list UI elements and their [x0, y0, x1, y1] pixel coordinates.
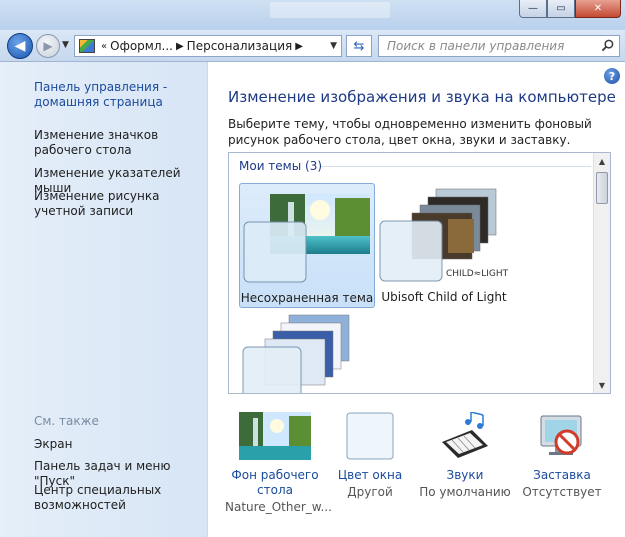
setting-value: По умолчанию	[419, 485, 511, 499]
page-title: Изменение изображения и звука на компьют…	[228, 88, 616, 106]
search-input[interactable]: Поиск в панели управления	[378, 35, 620, 57]
setting-sounds[interactable]: Звуки По умолчанию	[415, 411, 515, 499]
sounds-piano-icon	[438, 411, 492, 460]
close-button[interactable]: ✕	[575, 0, 621, 18]
sidebar-link-display[interactable]: Экран	[34, 437, 204, 452]
setting-name[interactable]: Цвет окна	[320, 468, 420, 483]
theme-preview-child-of-light: CHILD≈LIGHT	[379, 188, 509, 282]
window-color-swatch-icon	[346, 412, 394, 460]
breadcrumb-separator-icon[interactable]: ▶	[295, 41, 303, 52]
scroll-up-arrow-icon[interactable]: ▲	[594, 153, 610, 169]
address-prefix: «	[101, 40, 108, 52]
scroll-thumb[interactable]	[596, 172, 608, 204]
group-title-my-themes: Мои темы (3)	[239, 159, 323, 173]
setting-value: Nature_Other_w...	[225, 500, 332, 514]
breadcrumb-personalization[interactable]: Персонализация	[187, 39, 293, 53]
setting-name[interactable]: Звуки	[415, 468, 515, 483]
maximize-button[interactable]: ▭	[547, 0, 575, 18]
theme-tile-winter[interactable]	[239, 311, 375, 393]
screensaver-disabled-icon	[537, 412, 587, 460]
child-of-light-logo: CHILD≈LIGHT	[446, 269, 509, 279]
setting-window-color[interactable]: Цвет окна Другой	[320, 412, 420, 499]
setting-name[interactable]: Заставка	[512, 468, 612, 483]
sidebar-link-home[interactable]: Панель управления - домашняя страница	[34, 80, 204, 110]
sidebar-link-ease-of-access[interactable]: Центр специальных возможностей	[34, 483, 204, 513]
theme-preview-nature	[243, 194, 370, 283]
breadcrumb-design[interactable]: Оформл...	[110, 39, 173, 53]
themes-scrollbar[interactable]: ▲ ▼	[593, 153, 610, 393]
theme-tile-unsaved[interactable]: Несохраненная тема	[239, 183, 375, 308]
control-panel-icon	[79, 39, 95, 53]
setting-value: Отсутствует	[522, 485, 602, 499]
help-button[interactable]: ?	[604, 68, 620, 84]
address-dropdown-icon[interactable]: ▼	[330, 41, 337, 51]
recent-pages-dropdown-icon[interactable]: ▼	[62, 40, 69, 50]
window-controls: — ▭ ✕	[519, 0, 621, 18]
navigation-bar: ◀ ▶ ▼ « Оформл... ▶ Персонализация ▶ ▼ ⇆…	[0, 30, 625, 62]
theme-preview-winter	[242, 314, 350, 393]
setting-screensaver[interactable]: Заставка Отсутствует	[512, 412, 612, 499]
scroll-down-arrow-icon[interactable]: ▼	[594, 377, 610, 393]
back-button[interactable]: ◀	[7, 33, 33, 59]
forward-button[interactable]: ▶	[36, 34, 60, 58]
setting-name[interactable]: Фон рабочего стола	[225, 468, 325, 498]
theme-tile-child-of-light[interactable]: CHILD≈LIGHT Ubisoft Child of Light	[376, 183, 512, 308]
sidebar: Панель управления - домашняя страница Из…	[0, 62, 208, 537]
setting-value: Другой	[347, 485, 393, 499]
theme-label: Ubisoft Child of Light	[381, 290, 507, 304]
sidebar-link-account-picture[interactable]: Изменение рисунка учетной записи	[34, 189, 204, 219]
group-divider	[321, 166, 591, 167]
see-also-label: См. также	[34, 414, 99, 428]
theme-label: Несохраненная тема	[240, 291, 374, 305]
search-placeholder: Поиск в панели управления	[387, 39, 565, 53]
search-icon[interactable]	[601, 39, 614, 52]
setting-desktop-background[interactable]: Фон рабочего стола Nature_Other_w...	[225, 412, 332, 514]
page-description: Выберите тему, чтобы одновременно измени…	[228, 117, 592, 147]
themes-list: Мои темы (3) Несохраненная тема CHILD≈LI…	[228, 152, 611, 394]
minimize-button[interactable]: —	[519, 0, 547, 18]
address-bar[interactable]: « Оформл... ▶ Персонализация ▶ ▼	[74, 35, 342, 57]
refresh-button[interactable]: ⇆	[346, 35, 372, 57]
background-window-ghost	[270, 2, 390, 18]
breadcrumb-separator-icon[interactable]: ▶	[176, 41, 184, 52]
sidebar-link-desktop-icons[interactable]: Изменение значков рабочего стола	[34, 128, 204, 158]
wallpaper-thumbnail-icon	[239, 412, 311, 460]
title-bar: — ▭ ✕	[0, 0, 625, 30]
